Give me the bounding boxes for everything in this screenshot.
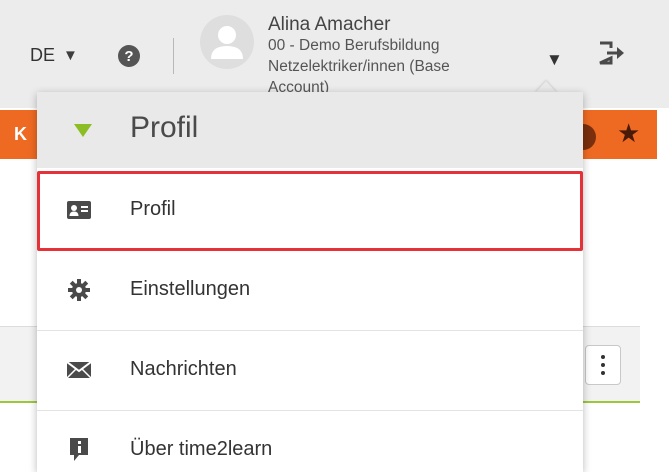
more-options-button[interactable]	[585, 345, 621, 385]
language-label: DE	[30, 45, 56, 65]
user-account-line-1: 00 - Demo Berufsbildung	[268, 37, 440, 54]
caret-down-icon: ▼	[63, 47, 78, 64]
menu-item-ueber[interactable]: Über time2learn	[37, 411, 583, 472]
dropdown-title: Profil	[130, 111, 199, 144]
menu-item-label: Über time2learn	[130, 438, 273, 460]
menu-item-einstellungen[interactable]: Einstellungen	[37, 251, 583, 331]
menu-item-profil[interactable]: Profil	[37, 171, 583, 251]
triangle-down-icon	[74, 124, 92, 137]
user-menu-caret-icon[interactable]: ▼	[546, 50, 563, 70]
star-icon[interactable]: ★	[617, 118, 640, 149]
dropdown-header: Profil	[37, 92, 583, 168]
menu-item-label: Nachrichten	[130, 358, 237, 380]
logout-icon[interactable]	[597, 40, 627, 66]
profile-dropdown: Profil Profil Einstellungen Nachrichten …	[37, 92, 583, 472]
avatar[interactable]	[200, 15, 254, 69]
envelope-icon	[66, 359, 92, 381]
menu-item-label: Einstellungen	[130, 278, 251, 300]
menu-item-label: Profil	[130, 198, 176, 220]
language-selector[interactable]: DE ▼	[30, 45, 78, 66]
gear-icon	[66, 279, 92, 301]
user-account-line-2: Netzelektriker/innen (Base	[268, 58, 450, 75]
divider	[173, 38, 174, 74]
help-icon[interactable]: ?	[118, 45, 140, 67]
info-icon	[66, 438, 92, 461]
user-name: Alina Amacher	[268, 14, 391, 35]
id-card-icon	[66, 199, 92, 221]
menu-item-nachrichten[interactable]: Nachrichten	[37, 331, 583, 411]
nav-item-partial[interactable]: K	[14, 124, 27, 145]
